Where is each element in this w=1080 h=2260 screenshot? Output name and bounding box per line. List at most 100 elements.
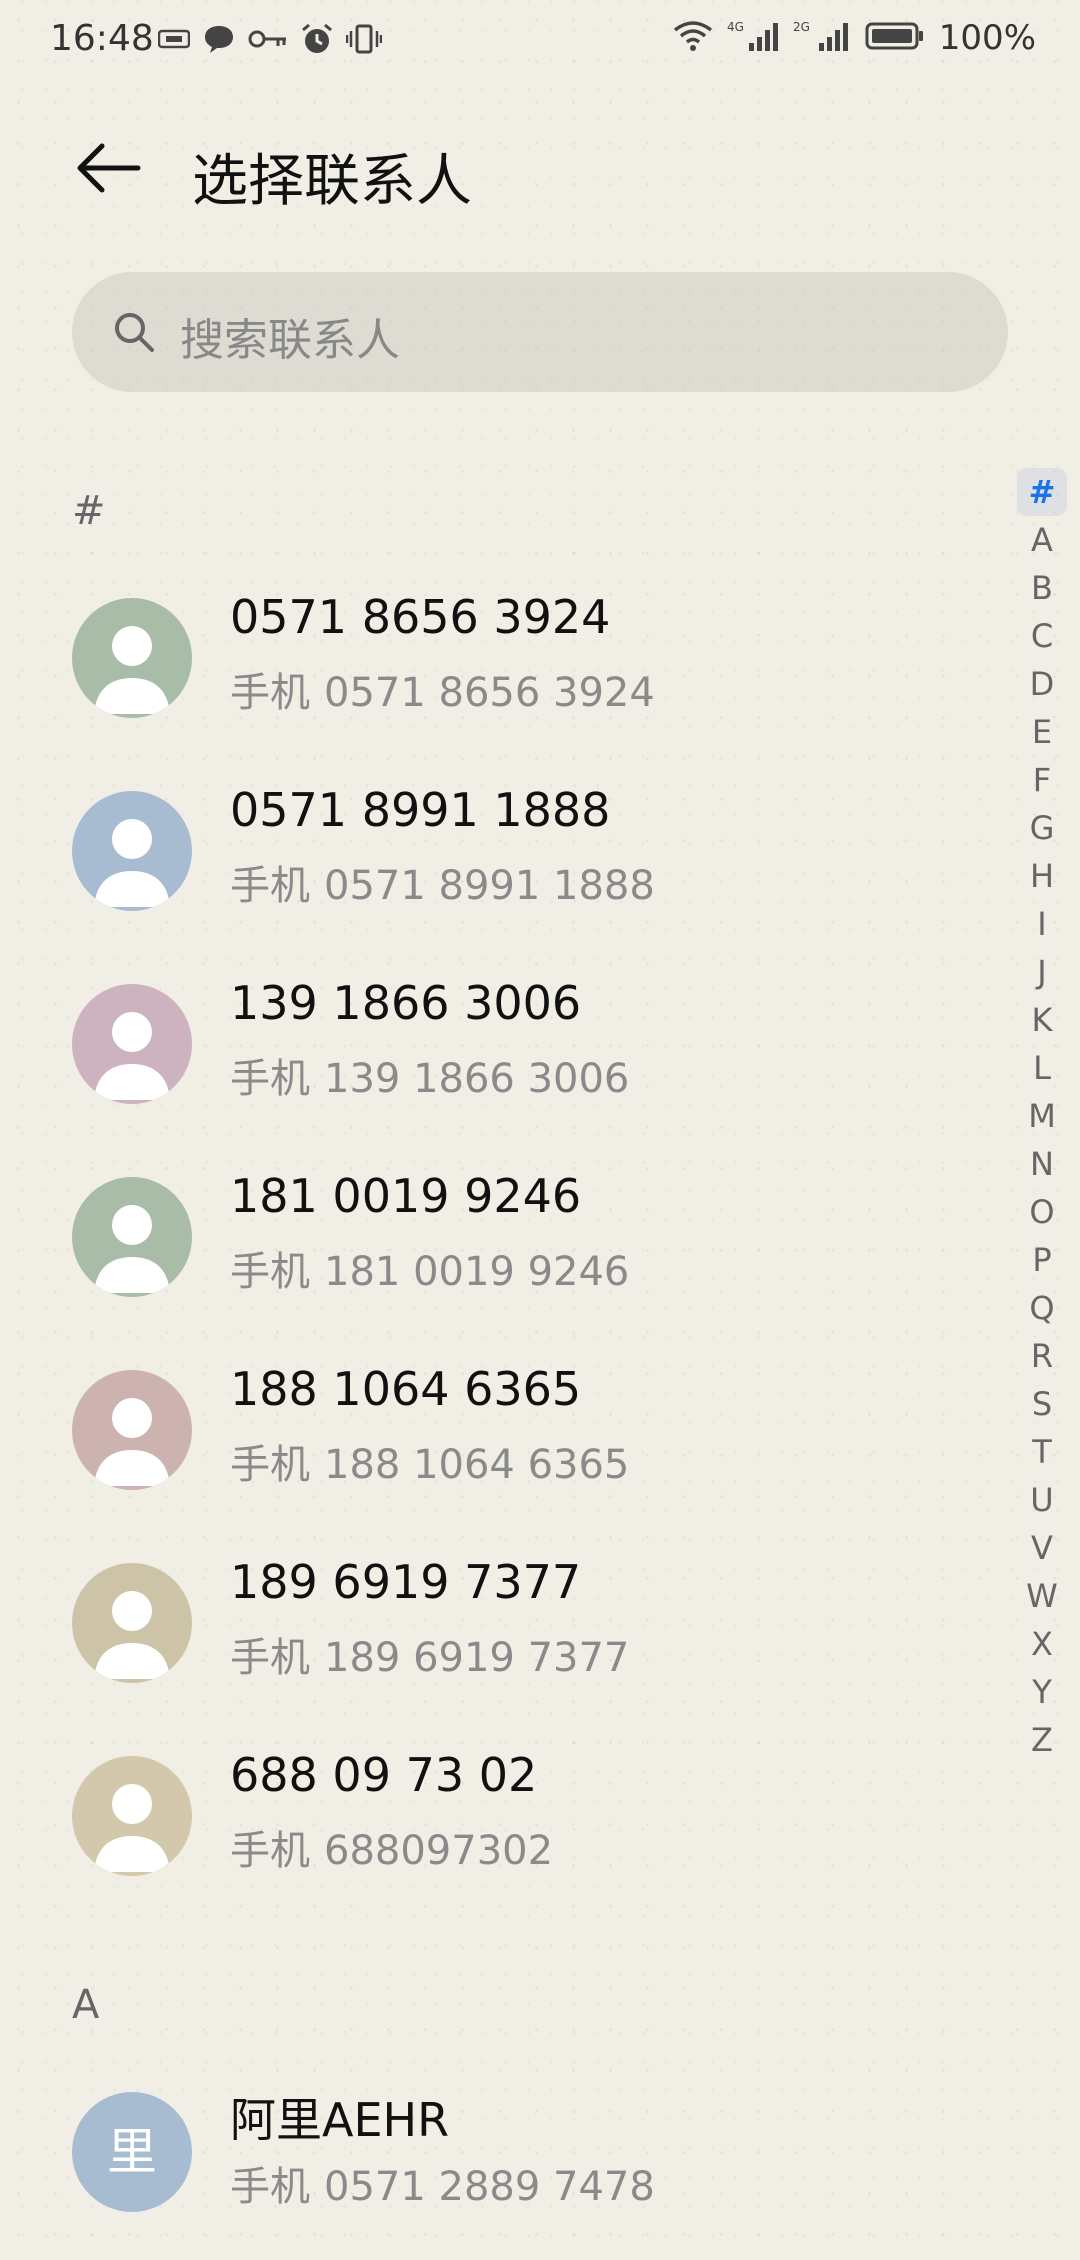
phone-number: 181 0019 9246 (324, 1249, 630, 1295)
avatar (72, 1563, 192, 1683)
contact-name: 阿里AEHR (230, 2093, 450, 2147)
vibrate-icon (345, 23, 383, 59)
page-title: 选择联系人 (192, 149, 472, 214)
contact-row[interactable]: 0571 8991 1888 手机 0571 8991 1888 (0, 779, 1000, 959)
status-time: 16:48 (50, 18, 154, 59)
index-letter[interactable]: Z (1012, 1716, 1072, 1764)
contact-row[interactable]: 688 09 73 02 手机 688097302 (0, 1744, 1000, 1924)
key-icon (248, 27, 288, 55)
avatar (72, 598, 192, 718)
search-input[interactable]: 搜索联系人 (180, 304, 400, 368)
contact-name: 0571 8991 1888 (230, 783, 611, 837)
signal-2g-icon: 2G (793, 19, 851, 57)
contact-name: 181 0019 9246 (230, 1169, 582, 1223)
index-letter[interactable]: F (1012, 756, 1072, 804)
index-letter[interactable]: H (1012, 852, 1072, 900)
index-letter[interactable]: L (1012, 1044, 1072, 1092)
contact-name: 0571 8656 3924 (230, 590, 611, 644)
contact-name: 139 1866 3006 (230, 976, 582, 1030)
status-bar: 16:48 4G 2G 100% (0, 0, 1080, 84)
index-letter[interactable]: T (1012, 1428, 1072, 1476)
avatar (72, 1756, 192, 1876)
phone-number: 0571 8656 3924 (324, 670, 655, 716)
contact-detail: 手机 181 0019 9246 (230, 1239, 629, 1297)
index-letter[interactable]: D (1012, 660, 1072, 708)
contact-name: 188 1064 6365 (230, 1362, 582, 1416)
avatar: 里 (72, 2092, 192, 2212)
status-left-icons (157, 22, 383, 60)
phone-number: 189 6919 7377 (324, 1635, 630, 1681)
phone-type-label: 手机 (230, 1828, 310, 1874)
contact-detail: 手机 0571 8991 1888 (230, 853, 655, 911)
status-right-icons: 4G 2G 100% (673, 18, 1036, 58)
phone-number: 688097302 (324, 1828, 554, 1874)
index-letter[interactable]: Q (1012, 1284, 1072, 1332)
phone-type-label: 手机 (230, 1056, 310, 1102)
search-icon (112, 310, 156, 354)
index-letter[interactable]: J (1012, 948, 1072, 996)
index-letter[interactable]: A (1012, 516, 1072, 564)
index-letter[interactable]: # (1017, 468, 1067, 516)
index-letter[interactable]: N (1012, 1140, 1072, 1188)
contact-name: 688 09 73 02 (230, 1748, 538, 1802)
signal-2g-label: 2G (793, 20, 810, 34)
index-letter[interactable]: I (1012, 900, 1072, 948)
index-letter[interactable]: P (1012, 1236, 1072, 1284)
avatar-initial: 里 (107, 2123, 157, 2181)
phone-type-label: 手机 (230, 1442, 310, 1488)
battery-icon (865, 21, 925, 55)
search-bar[interactable]: 搜索联系人 (72, 272, 1008, 392)
avatar (72, 791, 192, 911)
contact-row[interactable]: 189 6919 7377 手机 189 6919 7377 (0, 1551, 1000, 1731)
index-letter[interactable]: O (1012, 1188, 1072, 1236)
phone-type-label: 手机 (230, 1249, 310, 1295)
contact-row[interactable]: 181 0019 9246 手机 181 0019 9246 (0, 1165, 1000, 1345)
index-letter[interactable]: S (1012, 1380, 1072, 1428)
section-header-hash: # (72, 488, 106, 534)
phone-number: 0571 2889 7478 (324, 2164, 655, 2210)
contact-detail: 手机 139 1866 3006 (230, 1046, 629, 1104)
contact-detail: 手机 189 6919 7377 (230, 1625, 629, 1683)
phone-type-label: 手机 (230, 670, 310, 716)
alarm-icon (300, 22, 334, 60)
index-letter[interactable]: X (1012, 1620, 1072, 1668)
back-arrow-icon[interactable] (72, 132, 144, 204)
contact-name: 189 6919 7377 (230, 1555, 582, 1609)
contact-detail: 手机 188 1064 6365 (230, 1432, 629, 1490)
phone-number: 0571 8991 1888 (324, 863, 655, 909)
index-letter[interactable]: C (1012, 612, 1072, 660)
index-letter[interactable]: E (1012, 708, 1072, 756)
avatar (72, 1370, 192, 1490)
avatar (72, 1177, 192, 1297)
contact-detail: 手机 0571 8656 3924 (230, 660, 655, 718)
app-header: 选择联系人 (0, 120, 1080, 220)
index-letter[interactable]: M (1012, 1092, 1072, 1140)
index-letter[interactable]: G (1012, 804, 1072, 852)
phone-number: 188 1064 6365 (324, 1442, 630, 1488)
contact-row[interactable]: 139 1866 3006 手机 139 1866 3006 (0, 972, 1000, 1152)
index-letter[interactable]: W (1012, 1572, 1072, 1620)
contact-row[interactable]: 0571 8656 3924 手机 0571 8656 3924 (0, 586, 1000, 766)
contact-detail: 手机 688097302 (230, 1818, 553, 1876)
phone-type-label: 手机 (230, 2164, 310, 2210)
index-letter[interactable]: U (1012, 1476, 1072, 1524)
alphabet-index-bar[interactable]: # A B C D E F G H I J K L M N O P Q R S T U V W X Y Z (1012, 468, 1072, 1764)
phone-type-label: 手机 (230, 863, 310, 909)
battery-percent: 100% (938, 18, 1036, 58)
sim-card-icon (157, 28, 191, 54)
section-header-a: A (72, 1982, 100, 2028)
index-letter[interactable]: Y (1012, 1668, 1072, 1716)
wifi-icon (673, 20, 713, 56)
message-bubble-icon (202, 23, 236, 59)
contact-detail: 手机 0571 2889 7478 (230, 2154, 655, 2212)
avatar (72, 984, 192, 1104)
signal-4g-icon: 4G (727, 19, 779, 57)
phone-type-label: 手机 (230, 1635, 310, 1681)
contact-row[interactable]: 188 1064 6365 手机 188 1064 6365 (0, 1358, 1000, 1538)
index-letter[interactable]: R (1012, 1332, 1072, 1380)
index-letter[interactable]: K (1012, 996, 1072, 1044)
index-letter[interactable]: V (1012, 1524, 1072, 1572)
index-letter[interactable]: B (1012, 564, 1072, 612)
contact-row[interactable]: 里 阿里AEHR 手机 0571 2889 7478 (0, 2080, 1000, 2260)
phone-number: 139 1866 3006 (324, 1056, 630, 1102)
